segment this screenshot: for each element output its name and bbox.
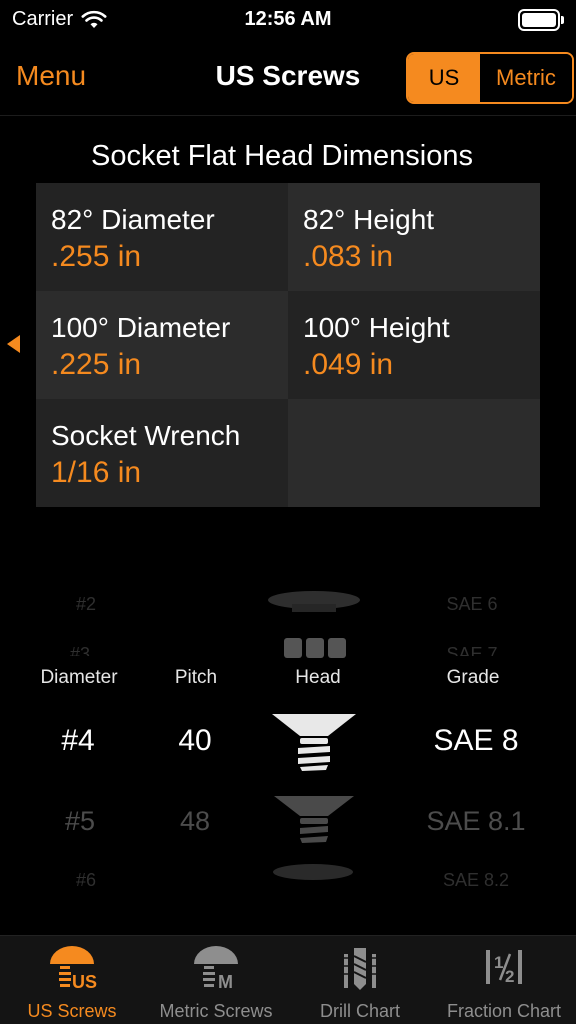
dimension-label: 100° Height (303, 312, 450, 343)
dimension-label: 100° Diameter (51, 312, 231, 343)
grade-option[interactable]: SAE 7 (412, 644, 532, 656)
screw-picker[interactable]: #2 #3 #4 #5 #6 40 48 SAE 6 SAE 7 SAE 8 S… (0, 580, 576, 900)
previous-arrow-icon[interactable] (7, 335, 20, 353)
diameter-option[interactable]: #3 (28, 644, 132, 656)
tab-metric-screws[interactable]: M Metric Screws (144, 936, 288, 1024)
grade-option[interactable]: SAE 8.2 (404, 870, 548, 891)
dimension-cell-82-diameter: 82° Diameter .255 in (36, 183, 288, 291)
dimension-value: .049 in (303, 348, 394, 381)
svg-text:US: US (72, 972, 97, 992)
svg-text:M: M (218, 972, 233, 992)
dimension-cell-empty (288, 399, 540, 507)
dimension-cell-82-height: 82° Height .083 in (288, 183, 540, 291)
tab-drill-chart[interactable]: Drill Chart (288, 936, 432, 1024)
dimension-value: .225 in (51, 348, 142, 381)
svg-text:1: 1 (494, 953, 503, 972)
flat-head-icon[interactable] (272, 794, 356, 846)
dimensions-grid: 82° Diameter .255 in 82° Height .083 in … (36, 183, 540, 507)
dimension-label: 82° Height (303, 204, 435, 235)
socket-cap-icon[interactable] (282, 636, 348, 660)
dimension-label: 82° Diameter (51, 204, 215, 235)
dimension-value: .255 in (51, 240, 142, 273)
flat-head-icon[interactable] (270, 712, 358, 772)
picker-header-head: Head (295, 667, 341, 688)
dimensions-title: Socket Flat Head Dimensions (91, 140, 473, 172)
tab-label: Drill Chart (319, 1001, 400, 1021)
us-screw-icon: US (50, 946, 97, 992)
grade-selected[interactable]: SAE 8 (406, 724, 546, 758)
grade-option[interactable]: SAE 8.1 (404, 806, 548, 837)
status-bar: Carrier 12:56 AM (0, 0, 576, 40)
drill-bit-icon (342, 948, 378, 990)
dimension-cell-100-diameter: 100° Diameter .225 in (36, 291, 288, 399)
screen: Carrier 12:56 AM Menu US Screws US Metri… (0, 0, 576, 1024)
pitch-selected[interactable]: 40 (150, 724, 240, 758)
navigation-bar: Menu US Screws US Metric (0, 40, 576, 116)
battery-icon (518, 9, 564, 31)
dimension-value: .083 in (303, 240, 394, 273)
tab-label: Metric Screws (159, 1001, 273, 1021)
diameter-option[interactable]: #2 (28, 594, 144, 615)
button-head-icon[interactable] (266, 588, 362, 612)
diameter-option[interactable]: #6 (28, 870, 144, 891)
pitch-option[interactable]: 48 (150, 806, 240, 837)
dimension-cell-socket-wrench: Socket Wrench 1/16 in (36, 399, 288, 507)
diameter-selected[interactable]: #4 (18, 724, 138, 758)
grade-option[interactable]: SAE 6 (412, 594, 532, 615)
picker-header-pitch: Pitch (174, 667, 218, 688)
dimension-cell-100-height: 100° Height .049 in (288, 291, 540, 399)
metric-screw-icon: M (194, 946, 238, 992)
tab-fraction-chart[interactable]: 1 2 Fraction Chart (432, 936, 576, 1024)
tab-bar: US US Screws M Metric Screws Drill Chart… (0, 935, 576, 1024)
dimension-label: Socket Wrench (51, 420, 241, 451)
picker-header-grade: Grade (446, 667, 500, 688)
status-time: 12:56 AM (244, 8, 332, 30)
svg-text:2: 2 (505, 967, 514, 986)
picker-header-diameter: Diameter (40, 667, 118, 688)
segment-us[interactable]: US (408, 54, 480, 102)
tab-us-screws[interactable]: US US Screws (0, 936, 144, 1024)
diameter-option[interactable]: #5 (20, 806, 140, 837)
dimension-value: 1/16 in (51, 456, 142, 489)
fraction-icon: 1 2 (486, 950, 522, 986)
tab-label: Fraction Chart (446, 1001, 562, 1021)
tab-label: US Screws (27, 1001, 117, 1021)
pan-head-icon[interactable] (270, 862, 356, 882)
units-segmented-control: US Metric (406, 52, 574, 104)
segment-metric[interactable]: Metric (480, 54, 572, 102)
